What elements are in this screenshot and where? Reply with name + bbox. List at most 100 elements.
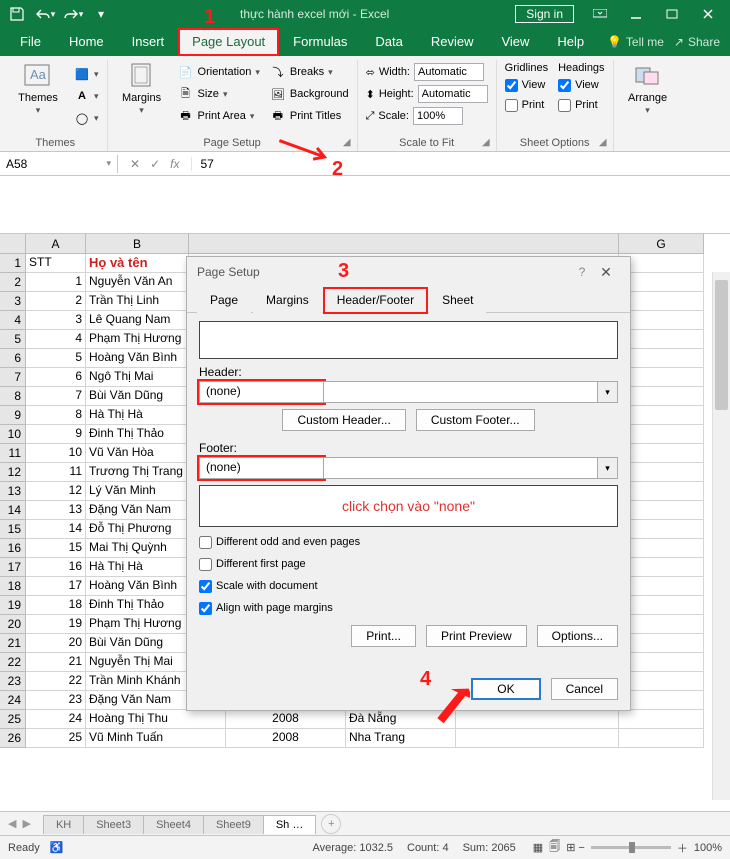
- row-head[interactable]: 10: [0, 425, 26, 444]
- cell[interactable]: 17: [26, 577, 86, 596]
- cell[interactable]: Đinh Thị Thảo: [86, 596, 189, 615]
- cell[interactable]: Hoàng Thị Thu: [86, 710, 226, 729]
- cell[interactable]: Phạm Thị Hương: [86, 330, 189, 349]
- enter-formula-icon[interactable]: ✓: [150, 157, 160, 171]
- undo-icon[interactable]: ▾: [32, 2, 58, 26]
- header-combo[interactable]: (none) ▾: [199, 381, 618, 403]
- cell[interactable]: 21: [26, 653, 86, 672]
- cell[interactable]: [619, 577, 704, 596]
- background-button[interactable]: 🖼Background: [270, 84, 349, 104]
- cell[interactable]: Hoàng Văn Bình: [86, 577, 189, 596]
- redo-icon[interactable]: ▾: [60, 2, 86, 26]
- fx-icon[interactable]: fx: [170, 157, 179, 171]
- cell[interactable]: Đinh Thị Thảo: [86, 425, 189, 444]
- cell[interactable]: 23: [26, 691, 86, 710]
- cell[interactable]: Hoàng Văn Bình: [86, 349, 189, 368]
- cell[interactable]: 25: [26, 729, 86, 748]
- ok-button[interactable]: OK: [471, 678, 540, 700]
- cell[interactable]: 9: [26, 425, 86, 444]
- cancel-button[interactable]: Cancel: [551, 678, 618, 700]
- row-head[interactable]: 17: [0, 558, 26, 577]
- tab-insert[interactable]: Insert: [118, 28, 179, 56]
- custom-footer-button[interactable]: Custom Footer...: [416, 409, 535, 431]
- cell[interactable]: [619, 292, 704, 311]
- row-head[interactable]: 15: [0, 520, 26, 539]
- cell[interactable]: Lý Văn Minh: [86, 482, 189, 501]
- cell[interactable]: [619, 254, 704, 273]
- gridlines-print-check[interactable]: Print: [505, 96, 548, 114]
- row-head[interactable]: 9: [0, 406, 26, 425]
- cell[interactable]: [619, 539, 704, 558]
- cell[interactable]: 2008: [226, 729, 346, 748]
- cell[interactable]: 4: [26, 330, 86, 349]
- cell[interactable]: [619, 311, 704, 330]
- cell[interactable]: [619, 710, 704, 729]
- qat-customize-icon[interactable]: ▾: [88, 2, 114, 26]
- scale-launcher-icon[interactable]: ◢: [482, 137, 490, 148]
- tab-home[interactable]: Home: [55, 28, 118, 56]
- cell[interactable]: 2: [26, 292, 86, 311]
- cell[interactable]: [619, 501, 704, 520]
- sheet-tab-9[interactable]: Sheet9: [203, 815, 264, 834]
- print-titles-button[interactable]: 🖶Print Titles: [270, 106, 349, 126]
- cell[interactable]: Vũ Minh Tuấn: [86, 729, 226, 748]
- cell[interactable]: Đà Nẵng: [346, 710, 456, 729]
- row-head[interactable]: 3: [0, 292, 26, 311]
- dlg-tab-sheet[interactable]: Sheet: [429, 288, 486, 313]
- cell[interactable]: [619, 368, 704, 387]
- cell[interactable]: STT: [26, 254, 86, 273]
- cell[interactable]: [619, 729, 704, 748]
- row-head[interactable]: 16: [0, 539, 26, 558]
- headings-view-check[interactable]: View: [558, 76, 604, 94]
- gridlines-view-check[interactable]: View: [505, 76, 548, 94]
- cell[interactable]: [619, 406, 704, 425]
- tellme-button[interactable]: 💡 Tell me: [607, 35, 664, 49]
- sheet-tab-kh[interactable]: KH: [43, 815, 84, 834]
- tab-view[interactable]: View: [487, 28, 543, 56]
- cell[interactable]: 24: [26, 710, 86, 729]
- col-head-g[interactable]: G: [619, 234, 704, 254]
- signin-button[interactable]: Sign in: [515, 5, 574, 23]
- cell[interactable]: Mai Thị Quỳnh: [86, 539, 189, 558]
- diff-first-check[interactable]: Different first page: [199, 555, 618, 573]
- size-button[interactable]: 🗎Size ▾: [178, 84, 260, 104]
- sheet-add-icon[interactable]: +: [321, 814, 341, 834]
- cell[interactable]: [619, 596, 704, 615]
- share-button[interactable]: ↗ Share: [674, 35, 720, 49]
- options-button[interactable]: Options...: [537, 625, 618, 647]
- row-head[interactable]: 19: [0, 596, 26, 615]
- view-pagebreak-icon[interactable]: ⊞: [566, 841, 575, 854]
- cell[interactable]: Trần Thị Linh: [86, 292, 189, 311]
- row-head[interactable]: 4: [0, 311, 26, 330]
- cell[interactable]: [456, 710, 619, 729]
- dialog-close-icon[interactable]: ✕: [592, 264, 620, 281]
- row-head[interactable]: 1: [0, 254, 26, 273]
- row-head[interactable]: 13: [0, 482, 26, 501]
- cell[interactable]: Hà Thị Hà: [86, 406, 189, 425]
- tab-file[interactable]: File: [6, 28, 55, 56]
- width-field[interactable]: ⬄Width:: [366, 62, 488, 82]
- cell[interactable]: Đặng Văn Nam: [86, 501, 189, 520]
- cell[interactable]: Nha Trang: [346, 729, 456, 748]
- cell[interactable]: [619, 273, 704, 292]
- close-icon[interactable]: [690, 0, 726, 28]
- cell[interactable]: 16: [26, 558, 86, 577]
- row-head[interactable]: 20: [0, 615, 26, 634]
- breaks-button[interactable]: ⤵Breaks ▾: [270, 62, 349, 82]
- colors-button[interactable]: 🟦▾: [74, 64, 99, 84]
- row-head[interactable]: 23: [0, 672, 26, 691]
- dlg-tab-margins[interactable]: Margins: [253, 288, 322, 313]
- cell[interactable]: 11: [26, 463, 86, 482]
- col-head-b[interactable]: B: [86, 234, 189, 254]
- cell[interactable]: Hà Thị Hà: [86, 558, 189, 577]
- dlg-tab-page[interactable]: Page: [197, 288, 251, 313]
- sheet-tab-more[interactable]: Sh …: [263, 815, 317, 834]
- chevron-down-icon[interactable]: ▾: [598, 457, 618, 479]
- vertical-scrollbar[interactable]: [712, 272, 730, 800]
- tab-data[interactable]: Data: [361, 28, 416, 56]
- dialog-help-icon[interactable]: ?: [572, 265, 592, 279]
- cell[interactable]: [619, 653, 704, 672]
- fonts-button[interactable]: A▾: [74, 86, 99, 106]
- dlg-tab-header-footer[interactable]: Header/Footer: [324, 288, 427, 313]
- row-head[interactable]: 6: [0, 349, 26, 368]
